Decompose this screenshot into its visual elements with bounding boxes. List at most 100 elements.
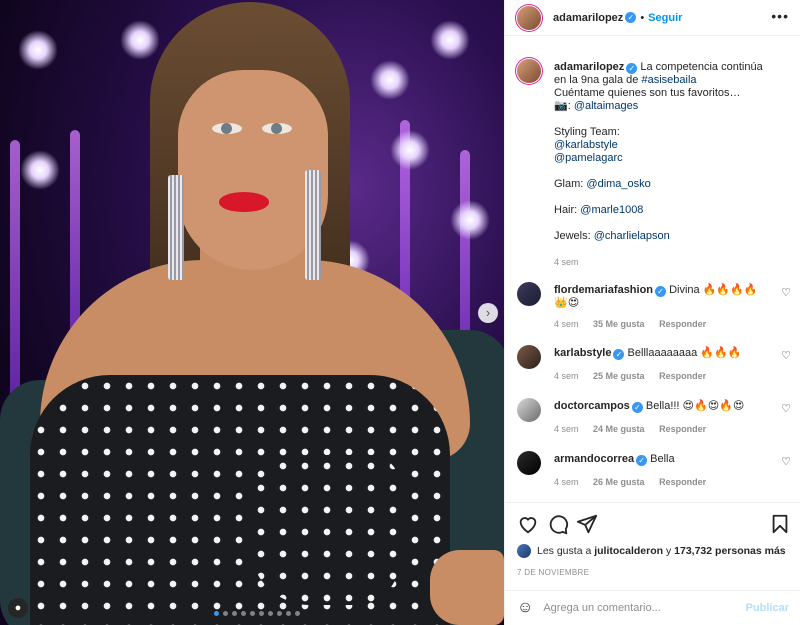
caption-label: Glam: (554, 178, 587, 190)
comment-text-wrap: flordemariafashion ✓ Divina 🔥🔥🔥🔥👑😍 (554, 284, 770, 310)
carousel-dot (268, 611, 273, 616)
follow-button[interactable]: Seguir (648, 12, 682, 24)
avatar[interactable] (517, 451, 541, 475)
carousel-dot (286, 611, 291, 616)
comment-like-heart-icon[interactable]: ♡ (781, 349, 791, 362)
caption-username[interactable]: adamarilopez (554, 61, 624, 73)
likes-prefix: Les gusta a (537, 545, 592, 557)
left-eye (212, 123, 242, 134)
comment-meta: 4 sem 24 Me gusta Responder (554, 424, 718, 434)
comment-text-wrap: karlabstyle ✓ Belllaaaaaaaa 🔥🔥🔥 (554, 347, 770, 360)
likes-count[interactable]: 173,732 personas más (674, 545, 786, 557)
caption-label: Hair: (554, 204, 581, 216)
post-header: adamarilopez ✓ • Seguir ••• (505, 0, 800, 36)
carousel-dot (223, 611, 228, 616)
likes-first-user[interactable]: julitocalderon (594, 545, 663, 557)
save-bookmark-icon[interactable] (769, 513, 791, 535)
separator-dot: • (640, 11, 645, 24)
background-light (450, 200, 490, 240)
comment-like-heart-icon[interactable]: ♡ (781, 402, 791, 415)
comment-text: Bella!!! 😍🔥😍🔥😍 (645, 400, 745, 412)
camera-icon: 📷 (554, 100, 568, 112)
header-username[interactable]: adamarilopez (553, 12, 623, 24)
carousel-dot (232, 611, 237, 616)
avatar[interactable] (517, 544, 531, 558)
reply-button[interactable]: Responder (659, 477, 706, 487)
comment-text: Bella (650, 453, 675, 465)
avatar[interactable] (517, 59, 541, 83)
mention-link[interactable]: @dima_osko (586, 178, 650, 190)
comment-time[interactable]: 4 sem (554, 424, 579, 434)
comment-input[interactable] (543, 602, 746, 614)
carousel-dot (277, 611, 282, 616)
comment-icon[interactable] (547, 513, 569, 535)
background-light (430, 20, 470, 60)
post-date[interactable]: 7 DE NOVIEMBRE (517, 568, 589, 577)
hashtag-link[interactable]: #asisebaila (641, 74, 696, 86)
carousel-dot (214, 611, 219, 616)
carousel-indicator (214, 611, 300, 616)
verified-badge-icon: ✓ (631, 402, 643, 413)
comment-meta: 4 sem 26 Me gusta Responder (554, 477, 718, 487)
comment-meta: 4 sem 35 Me gusta Responder (554, 319, 718, 329)
caption-label: Jewels: (554, 230, 594, 242)
comment-likes[interactable]: 26 Me gusta (593, 477, 645, 487)
likes-summary: Les gusta a julitocalderon y 173,732 per… (517, 544, 786, 558)
comment-time[interactable]: 4 sem (554, 371, 579, 381)
comment-like-heart-icon[interactable]: ♡ (781, 286, 791, 299)
carousel-next-button[interactable]: › (478, 303, 498, 323)
caption-text: adamarilopez ✓ La competencia continúa en… (554, 61, 770, 269)
comment-username[interactable]: doctorcampos (554, 400, 630, 412)
caption-time[interactable]: 4 sem (554, 256, 770, 269)
comment-meta: 4 sem 25 Me gusta Responder (554, 371, 718, 381)
comment-time[interactable]: 4 sem (554, 477, 579, 487)
background-light-streak (10, 140, 20, 400)
hand (430, 550, 504, 625)
comment-likes[interactable]: 25 Me gusta (593, 371, 645, 381)
mention-link[interactable]: @karlabstyle (554, 139, 618, 151)
heart-icon[interactable] (517, 513, 539, 535)
add-comment-bar: ☺ Publicar (505, 590, 800, 625)
comment-like-heart-icon[interactable]: ♡ (781, 455, 791, 468)
reply-button[interactable]: Responder (659, 319, 706, 329)
user-tag-icon[interactable]: ● (8, 598, 28, 618)
reply-button[interactable]: Responder (659, 371, 706, 381)
verified-badge-icon: ✓ (626, 63, 638, 74)
comments-list[interactable]: adamarilopez ✓ La competencia continúa en… (505, 37, 800, 500)
carousel-dot (241, 611, 246, 616)
avatar[interactable] (517, 345, 541, 369)
carousel-dot (250, 611, 255, 616)
comment-time[interactable]: 4 sem (554, 319, 579, 329)
comment-text-wrap: armandocorrea ✓ Bella (554, 453, 770, 466)
verified-badge-icon: ✓ (613, 349, 625, 360)
likes-middle: y (663, 545, 675, 557)
avatar[interactable] (517, 282, 541, 306)
caption-line: Cuéntame quienes son tus favoritos… (554, 87, 741, 99)
comment-username[interactable]: karlabstyle (554, 347, 611, 359)
mention-link[interactable]: @marle1008 (580, 204, 643, 216)
mention-link[interactable]: @charlielapson (594, 230, 670, 242)
background-light (20, 150, 60, 190)
verified-badge-icon: ✓ (625, 12, 637, 23)
reply-button[interactable]: Responder (659, 424, 706, 434)
comment-likes[interactable]: 24 Me gusta (593, 424, 645, 434)
mention-link[interactable]: @altaimages (574, 100, 638, 112)
comment-likes[interactable]: 35 Me gusta (593, 319, 645, 329)
comment-username[interactable]: armandocorrea (554, 453, 634, 465)
more-options-icon[interactable]: ••• (771, 8, 789, 24)
background-light (18, 30, 58, 70)
post-photo[interactable]: › ● (0, 0, 504, 625)
comment-username[interactable]: flordemariafashion (554, 284, 653, 296)
verified-badge-icon: ✓ (655, 286, 667, 297)
carousel-dot (259, 611, 264, 616)
action-bar (505, 502, 800, 542)
avatar[interactable] (517, 5, 541, 30)
dress-bow (250, 455, 400, 605)
post-comment-button[interactable]: Publicar (746, 602, 789, 614)
emoji-icon[interactable]: ☺ (517, 599, 533, 617)
avatar[interactable] (517, 398, 541, 422)
share-icon[interactable] (576, 513, 598, 535)
background-light (370, 60, 410, 100)
comment-text: Belllaaaaaaaa 🔥🔥🔥 (627, 347, 742, 359)
mention-link[interactable]: @pamelagarc (554, 152, 623, 164)
